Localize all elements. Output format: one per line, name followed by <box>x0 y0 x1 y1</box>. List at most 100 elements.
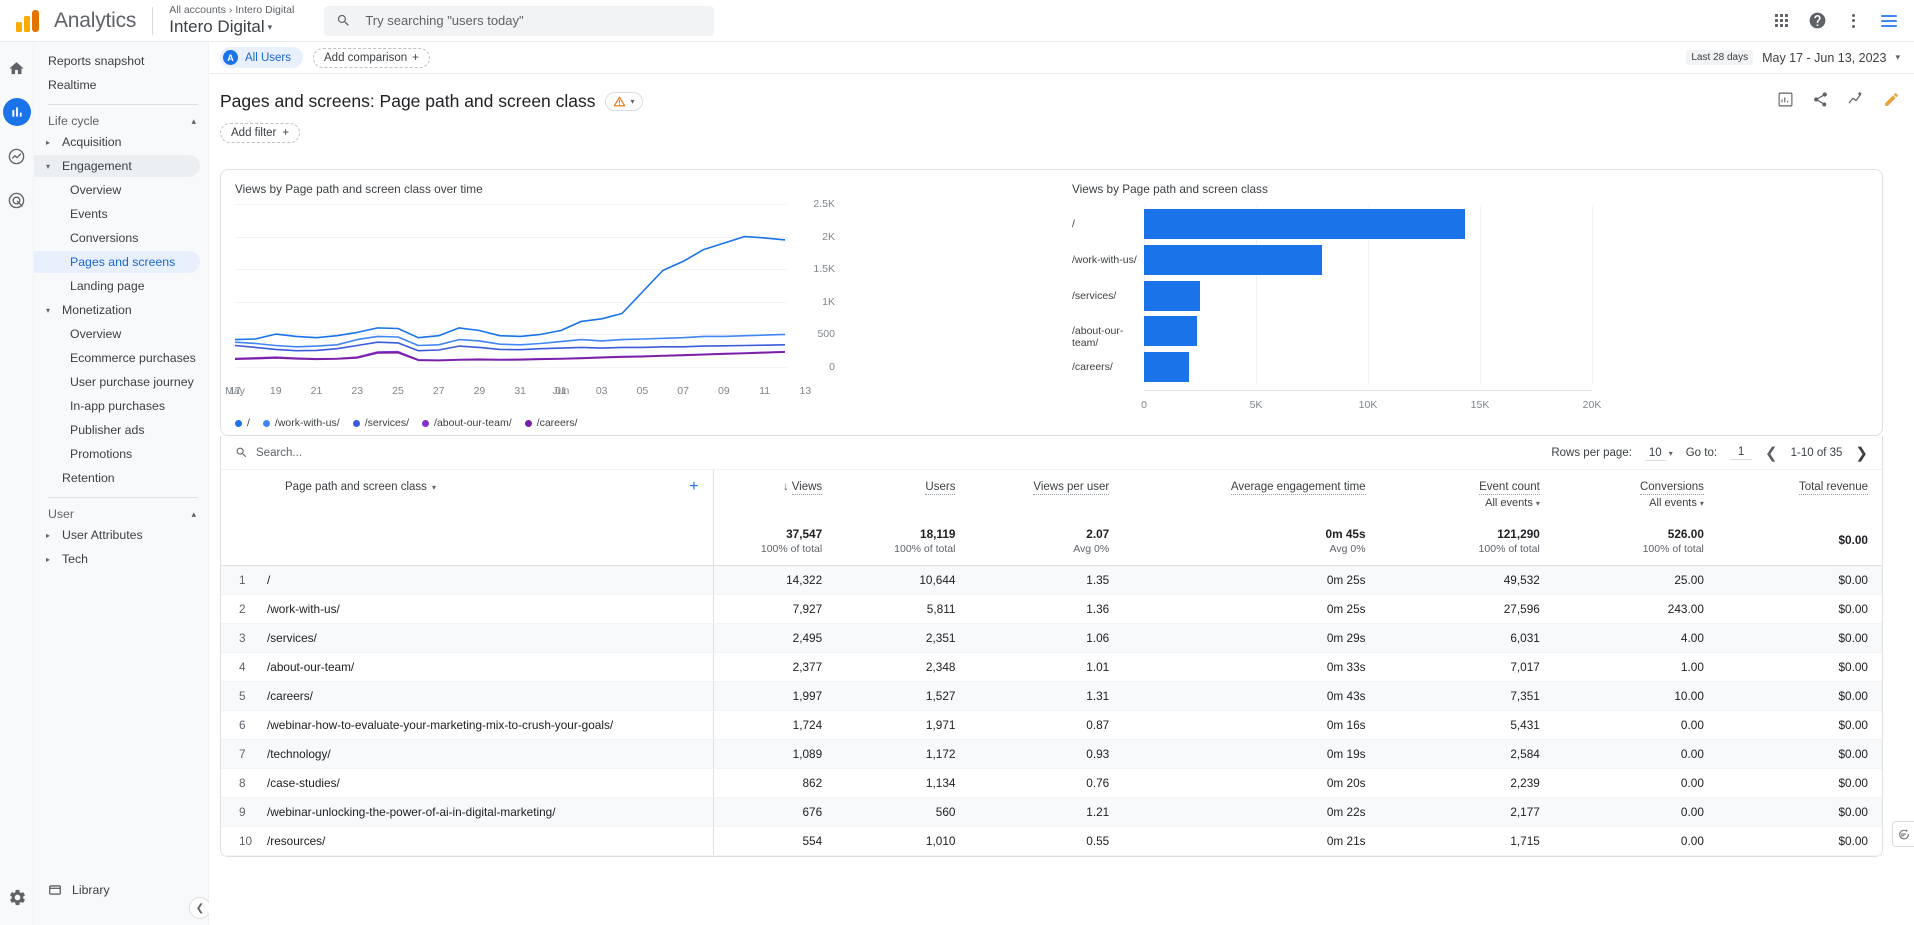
table-row[interactable]: 6/webinar-how-to-evaluate-your-marketing… <box>221 711 1882 740</box>
global-search-bar[interactable]: Try searching "users today" <box>324 6 714 36</box>
cell-page-path[interactable]: 3/services/ <box>221 624 713 653</box>
sidebar-section-life-cycle[interactable]: Life cycle▴ <box>34 111 208 131</box>
page-path-link[interactable]: /resources/ <box>267 834 325 848</box>
table-row[interactable]: 5/careers/1,9971,5271.310m 43s7,35110.00… <box>221 682 1882 711</box>
legend-item-work-with-us[interactable]: /work-with-us/ <box>263 417 340 429</box>
conversions-filter[interactable]: All events▾ <box>1568 497 1704 509</box>
rail-admin-button[interactable] <box>3 883 31 911</box>
sidebar-item-acquisition[interactable]: ▸Acquisition <box>34 131 208 153</box>
bar-careers[interactable] <box>1144 352 1189 382</box>
cell-page-path[interactable]: 1/ <box>221 566 713 595</box>
cell-page-path[interactable]: 6/webinar-how-to-evaluate-your-marketing… <box>221 711 713 740</box>
sidebar-item-user-purchase-journey[interactable]: User purchase journey <box>34 371 208 393</box>
page-path-link[interactable]: / <box>267 573 270 587</box>
sidebar-item-monetization[interactable]: ▾Monetization <box>34 299 208 321</box>
bar-about-our-team[interactable] <box>1144 316 1197 346</box>
sidebar-item-in-app-purchases[interactable]: In-app purchases <box>34 395 208 417</box>
sidebar-item-events[interactable]: Events <box>34 203 208 225</box>
sidebar-item-user-attributes[interactable]: ▸User Attributes <box>34 524 208 546</box>
add-dimension-button[interactable]: + <box>689 481 698 493</box>
goto-input[interactable]: 1 <box>1730 446 1752 460</box>
cell-page-path[interactable]: 2/work-with-us/ <box>221 595 713 624</box>
sidebar-collapse-button[interactable]: ❮ <box>189 897 211 919</box>
bar-chart-plot[interactable]: 05K10K15K20K//work-with-us//services//ab… <box>1072 206 1592 411</box>
legend-item-[interactable]: / <box>235 417 250 429</box>
page-path-link[interactable]: /case-studies/ <box>267 776 340 790</box>
cell-page-path[interactable]: 4/about-our-team/ <box>221 653 713 682</box>
sidebar-item-engagement[interactable]: ▾Engagement <box>34 155 200 177</box>
cell-page-path[interactable]: 7/technology/ <box>221 740 713 769</box>
page-path-link[interactable]: /work-with-us/ <box>267 602 340 616</box>
date-range-selector[interactable]: Last 28 days May 17 - Jun 13, 2023 ▾ <box>1686 50 1914 65</box>
column-header-event-count[interactable]: Event countAll events▾ <box>1380 470 1554 513</box>
table-row[interactable]: 2/work-with-us/7,9275,8111.360m 25s27,59… <box>221 595 1882 624</box>
column-header-total-revenue[interactable]: Total revenue <box>1718 470 1882 513</box>
bar-work-with-us[interactable] <box>1144 245 1322 275</box>
cell-page-path[interactable]: 8/case-studies/ <box>221 769 713 798</box>
notifications-button[interactable] <box>1878 10 1900 32</box>
table-row[interactable]: 1/14,32210,6441.350m 25s49,53225.00$0.00 <box>221 566 1882 595</box>
rail-reports-button[interactable] <box>3 98 31 126</box>
bar-services[interactable] <box>1144 281 1200 311</box>
all-users-chip[interactable]: A All Users <box>220 47 303 68</box>
data-warning-chip[interactable]: ▾ <box>605 92 643 111</box>
sidebar-item-tech[interactable]: ▸Tech <box>34 548 208 570</box>
apps-grid-button[interactable] <box>1770 10 1792 32</box>
feedback-button[interactable] <box>1892 821 1914 847</box>
next-page-button[interactable]: ❯ <box>1855 444 1868 462</box>
insights-button[interactable] <box>1847 90 1865 113</box>
sidebar-section-user[interactable]: User▴ <box>34 504 208 524</box>
rail-home-button[interactable] <box>3 54 31 82</box>
cell-page-path[interactable]: 9/webinar-unlocking-the-power-of-ai-in-d… <box>221 798 713 827</box>
table-row[interactable]: 8/case-studies/8621,1340.760m 20s2,2390.… <box>221 769 1882 798</box>
sidebar-library-button[interactable]: Library <box>34 883 209 897</box>
account-selector[interactable]: All accounts›Intero Digital Intero Digit… <box>169 4 294 37</box>
add-filter-button[interactable]: Add filter + <box>220 123 300 143</box>
bar-[interactable] <box>1144 209 1465 239</box>
sidebar-item-overview[interactable]: Overview <box>34 179 208 201</box>
breadcrumb-all-accounts[interactable]: All accounts <box>169 4 226 16</box>
table-row[interactable]: 3/services/2,4952,3511.060m 29s6,0314.00… <box>221 624 1882 653</box>
table-search-input[interactable]: Search... <box>256 447 302 459</box>
sidebar-item-landing-page[interactable]: Landing page <box>34 275 208 297</box>
add-comparison-button[interactable]: Add comparison + <box>313 48 430 68</box>
page-path-link[interactable]: /technology/ <box>267 747 331 761</box>
column-header-dimension[interactable]: + Page path and screen class▾ <box>221 470 713 513</box>
table-row[interactable]: 4/about-our-team/2,3772,3481.010m 33s7,0… <box>221 653 1882 682</box>
column-header-views[interactable]: ↓Views <box>713 470 836 513</box>
more-options-button[interactable] <box>1842 10 1864 32</box>
table-row[interactable]: 9/webinar-unlocking-the-power-of-ai-in-d… <box>221 798 1882 827</box>
page-path-link[interactable]: /about-our-team/ <box>267 660 354 674</box>
sidebar-item-pages-and-screens[interactable]: Pages and screens <box>34 251 200 273</box>
legend-item-careers[interactable]: /careers/ <box>525 417 578 429</box>
page-path-link[interactable]: /services/ <box>267 631 317 645</box>
legend-item-services[interactable]: /services/ <box>353 417 409 429</box>
rail-advertising-button[interactable] <box>3 186 31 214</box>
search-input[interactable]: Try searching "users today" <box>365 13 523 28</box>
sidebar-item-promotions[interactable]: Promotions <box>34 443 208 465</box>
table-row[interactable]: 7/technology/1,0891,1720.930m 19s2,5840.… <box>221 740 1882 769</box>
property-name[interactable]: Intero Digital▾ <box>169 17 294 37</box>
sidebar-item-ecommerce-purchases[interactable]: Ecommerce purchases <box>34 347 208 369</box>
cell-page-path[interactable]: 10/resources/ <box>221 827 713 856</box>
page-path-link[interactable]: /webinar-how-to-evaluate-your-marketing-… <box>267 718 613 732</box>
table-row[interactable]: 10/resources/5541,0100.550m 21s1,7150.00… <box>221 827 1882 856</box>
line-chart-plot[interactable]: 2.5K2K1.5K1K5000 <box>235 204 841 379</box>
page-path-link[interactable]: /webinar-unlocking-the-power-of-ai-in-di… <box>267 805 556 819</box>
share-button[interactable] <box>1812 91 1829 113</box>
edit-button[interactable] <box>1883 91 1900 113</box>
rail-explore-button[interactable] <box>3 142 31 170</box>
customize-report-button[interactable] <box>1777 91 1794 113</box>
column-header-views-per-user[interactable]: Views per user <box>969 470 1123 513</box>
sidebar-item-overview[interactable]: Overview <box>34 323 208 345</box>
sidebar-item-retention[interactable]: Retention <box>34 467 208 489</box>
column-header-conversions[interactable]: ConversionsAll events▾ <box>1554 470 1718 513</box>
breadcrumb-account[interactable]: Intero Digital <box>235 4 294 16</box>
sidebar-item-publisher-ads[interactable]: Publisher ads <box>34 419 208 441</box>
column-header-users[interactable]: Users <box>836 470 969 513</box>
previous-page-button[interactable]: ❮ <box>1765 444 1778 462</box>
rows-per-page-select[interactable]: 10▾ <box>1645 447 1673 459</box>
page-path-link[interactable]: /careers/ <box>267 689 313 703</box>
event-count-filter[interactable]: All events▾ <box>1394 497 1540 509</box>
column-header-avg-engagement-time[interactable]: Average engagement time <box>1123 470 1379 513</box>
